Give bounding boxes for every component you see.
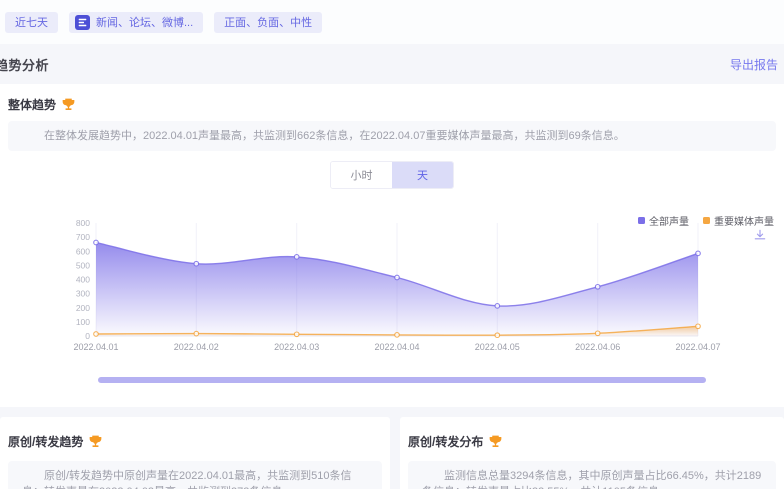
overall-trend-title: 整体趋势 (8, 96, 56, 113)
chart-scrollbar (0, 377, 784, 383)
svg-text:100: 100 (76, 317, 90, 327)
svg-text:2022.04.07: 2022.04.07 (675, 342, 720, 352)
sentiment-filter-chip[interactable]: 正面、负面、中性 (214, 12, 322, 33)
svg-text:2022.04.03: 2022.04.03 (274, 342, 319, 352)
download-chart-icon[interactable] (754, 229, 766, 241)
original-repost-trend-summary: 原创/转发趋势中原创声量在2022.04.01最高，共监测到510条信息；转发声… (8, 461, 382, 489)
trophy-icon (89, 435, 102, 448)
date-range-chip[interactable]: 近七天 (5, 12, 58, 33)
chart-legend: 全部声量 重要媒体声量 (638, 213, 774, 228)
overall-trend-summary: 在整体发展趋势中，2022.04.01声量最高，共监测到662条信息，在2022… (8, 121, 776, 151)
legend-label-total: 全部声量 (649, 213, 689, 228)
svg-text:200: 200 (76, 303, 90, 313)
filter-bar: 近七天 新闻、论坛、微博... 正面、负面、中性 (0, 0, 784, 44)
legend-item-media-volume[interactable]: 重要媒体声量 (703, 213, 774, 228)
granularity-hour-button[interactable]: 小时 (331, 162, 392, 188)
source-filter-chip[interactable]: 新闻、论坛、微博... (69, 12, 203, 33)
trend-chart-block: 全部声量 重要媒体声量 0 100 200 300 400 500 600 700 800 202… (0, 210, 784, 383)
date-range-label: 近七天 (15, 14, 48, 30)
granularity-day-button[interactable]: 天 (392, 162, 453, 188)
bottom-cards-row: 原创/转发趋势 原创/转发趋势中原创声量在2022.04.01最高，共监测到51… (0, 417, 784, 489)
svg-text:700: 700 (76, 232, 90, 242)
svg-text:800: 800 (76, 218, 90, 228)
svg-text:2022.04.06: 2022.04.06 (575, 342, 620, 352)
svg-text:2022.04.02: 2022.04.02 (174, 342, 219, 352)
trophy-icon (62, 98, 75, 111)
page-title: 趋势分析 (0, 55, 49, 74)
svg-text:0: 0 (85, 331, 90, 341)
svg-text:2022.04.05: 2022.04.05 (475, 342, 520, 352)
trophy-icon (489, 435, 502, 448)
media-source-icon (75, 15, 90, 30)
legend-swatch-media (703, 217, 710, 224)
svg-text:600: 600 (76, 246, 90, 256)
section-header: 趋势分析 导出报告 (0, 44, 784, 84)
trend-chart-svg: 0 100 200 300 400 500 600 700 800 2022.04.01 2022.… (0, 210, 784, 358)
original-repost-trend-card: 原创/转发趋势 原创/转发趋势中原创声量在2022.04.01最高，共监测到51… (0, 417, 390, 489)
svg-text:500: 500 (76, 260, 90, 270)
original-repost-trend-title: 原创/转发趋势 (8, 433, 83, 450)
sentiment-filter-label: 正面、负面、中性 (224, 14, 312, 30)
original-repost-distribution-title: 原创/转发分布 (408, 433, 483, 450)
svg-text:400: 400 (76, 275, 90, 285)
export-report-link[interactable]: 导出报告 (730, 56, 778, 73)
legend-swatch-total (638, 217, 645, 224)
trend-chart: 0 100 200 300 400 500 600 700 800 2022.04.01 2022.… (0, 210, 784, 363)
overall-trend-panel: 整体趋势 在整体发展趋势中，2022.04.01声量最高，共监测到662条信息，… (0, 84, 784, 407)
source-filter-label: 新闻、论坛、微博... (96, 14, 193, 30)
legend-item-total-volume[interactable]: 全部声量 (638, 213, 689, 228)
legend-label-media: 重要媒体声量 (714, 213, 774, 228)
granularity-toggle: 小时 天 (330, 161, 454, 189)
scrollbar-thumb[interactable] (98, 377, 706, 383)
original-repost-distribution-summary: 监测信息总量3294条信息，其中原创声量占比66.45%，共计2189条信息；转… (408, 461, 776, 489)
svg-text:2022.04.04: 2022.04.04 (374, 342, 419, 352)
svg-text:300: 300 (76, 289, 90, 299)
svg-text:2022.04.01: 2022.04.01 (73, 342, 118, 352)
original-repost-distribution-card: 原创/转发分布 监测信息总量3294条信息，其中原创声量占比66.45%，共计2… (400, 417, 784, 489)
